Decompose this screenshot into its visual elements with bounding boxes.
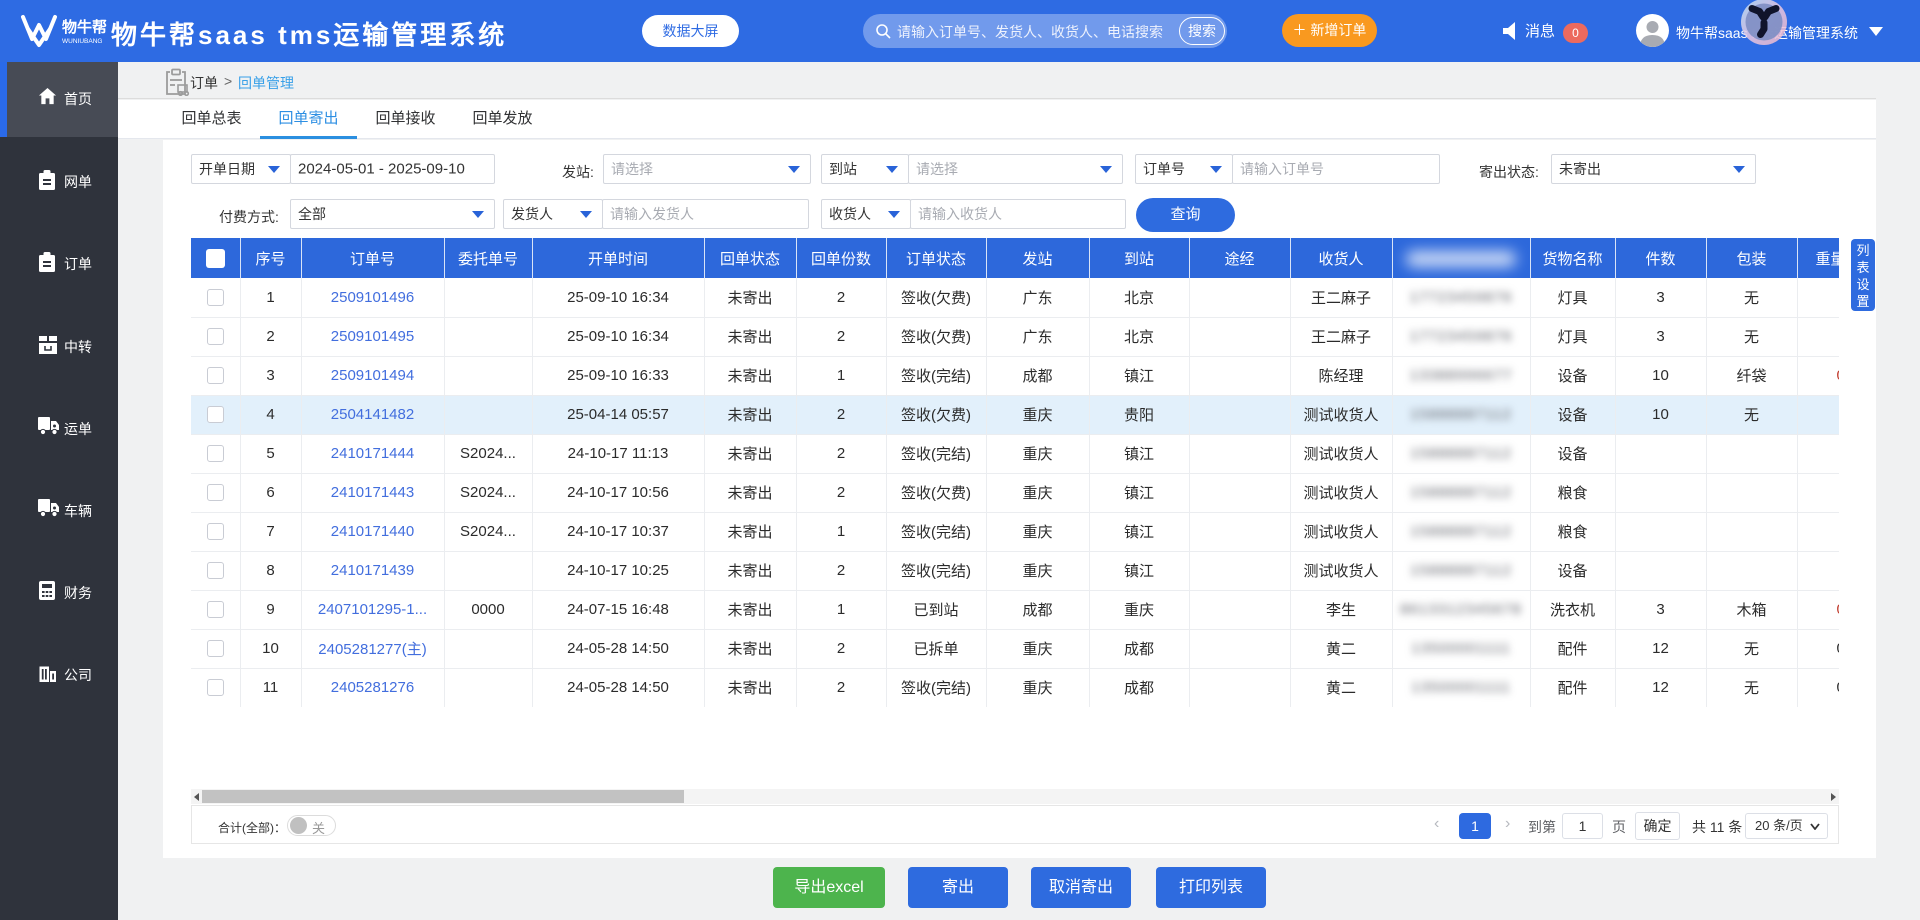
svg-text:物牛帮: 物牛帮 [62, 18, 107, 36]
svg-text:WUNIUBANG: WUNIUBANG [62, 38, 102, 45]
